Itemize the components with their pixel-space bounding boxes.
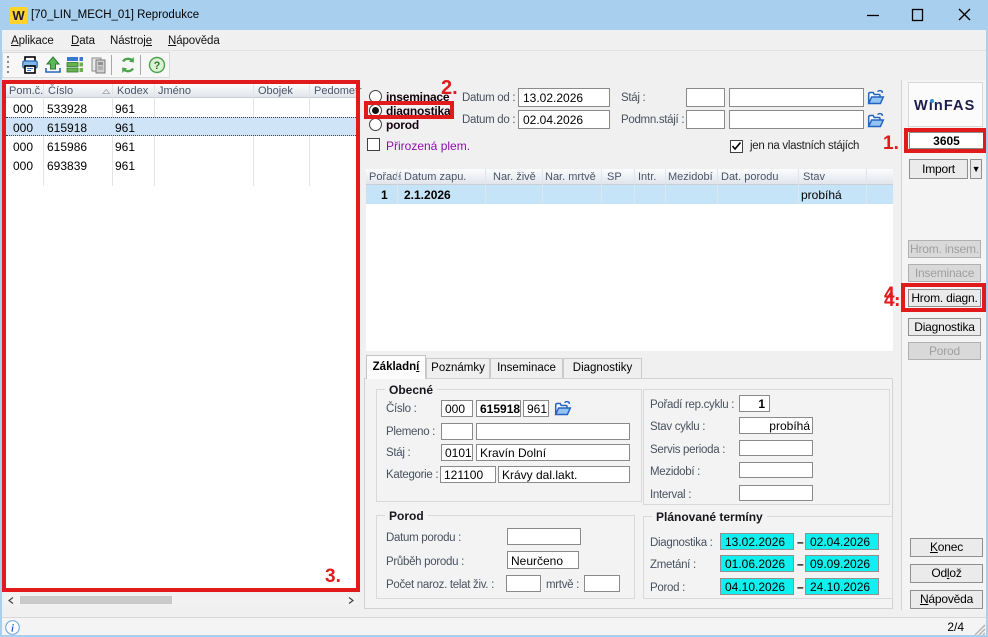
svg-text:?: ? xyxy=(154,60,161,72)
svg-text:i: i xyxy=(11,624,14,635)
